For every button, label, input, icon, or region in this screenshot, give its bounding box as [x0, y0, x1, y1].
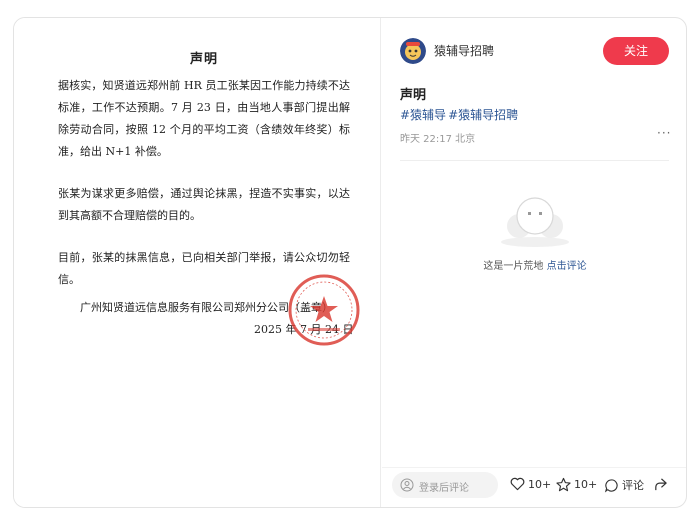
document-paragraph: 据核实，知贤道远郑州前 HR 员工张某因工作能力持续不达标准，工作不达预期。7 …: [58, 79, 350, 158]
author-name[interactable]: 猿辅导招聘: [434, 42, 494, 59]
empty-comments-illustration: [501, 197, 569, 247]
star-icon: [556, 477, 571, 492]
comment-placeholder: 登录后评论: [419, 483, 469, 494]
share-button[interactable]: [653, 477, 671, 492]
click-to-comment-link[interactable]: 点击评论: [547, 261, 587, 272]
tag-link[interactable]: #猿辅导: [400, 108, 446, 122]
company-seal-stamp: [288, 274, 360, 346]
author-avatar[interactable]: [400, 38, 426, 64]
document-title: 声明: [189, 52, 218, 67]
post-card: 声明 据核实，知贤道远郑州前 HR 员工张某因工作能力持续不达标准，工作不达预期…: [13, 17, 687, 508]
comment-bubble-icon: [604, 478, 618, 493]
divider: [400, 160, 669, 161]
follow-button[interactable]: 关注: [603, 37, 669, 65]
empty-label: 这是一片荒地: [483, 261, 544, 272]
comment-label: 评论: [622, 479, 644, 492]
tag-link[interactable]: #猿辅导招聘: [448, 108, 518, 122]
empty-comments-text: 这是一片荒地 点击评论: [382, 257, 686, 272]
heart-icon: [510, 477, 525, 491]
image-panel: 声明 据核实，知贤道远郑州前 HR 员工张某因工作能力持续不达标准，工作不达预期…: [14, 18, 381, 507]
post-meta: 昨天 22:17 北京: [400, 134, 476, 145]
collect-button[interactable]: 10+: [556, 477, 597, 492]
post-panel: 猿辅导招聘 关注 声明 #猿辅导 #猿辅导招聘 昨天 22:17 北京 ··· 这…: [382, 18, 686, 507]
avatar-icon: [400, 38, 426, 64]
share-icon: [655, 478, 667, 491]
like-count: 10+: [528, 477, 552, 491]
document-paragraph: 张某为谋求更多赔偿，通过舆论抹黑，捏造不实事实，以达到其高额不合理赔偿的目的。: [58, 187, 350, 222]
user-icon: [400, 478, 414, 492]
bottom-action-bar: 登录后评论 10+ 10+ 评论: [382, 467, 686, 507]
more-options-icon[interactable]: ···: [657, 126, 671, 140]
comment-input[interactable]: 登录后评论: [392, 472, 498, 498]
post-tags: #猿辅导 #猿辅导招聘: [400, 106, 520, 123]
collect-count: 10+: [574, 478, 598, 491]
like-button[interactable]: 10+: [510, 477, 551, 491]
post-title: 声明: [400, 88, 427, 103]
comment-button[interactable]: 评论: [604, 477, 644, 493]
